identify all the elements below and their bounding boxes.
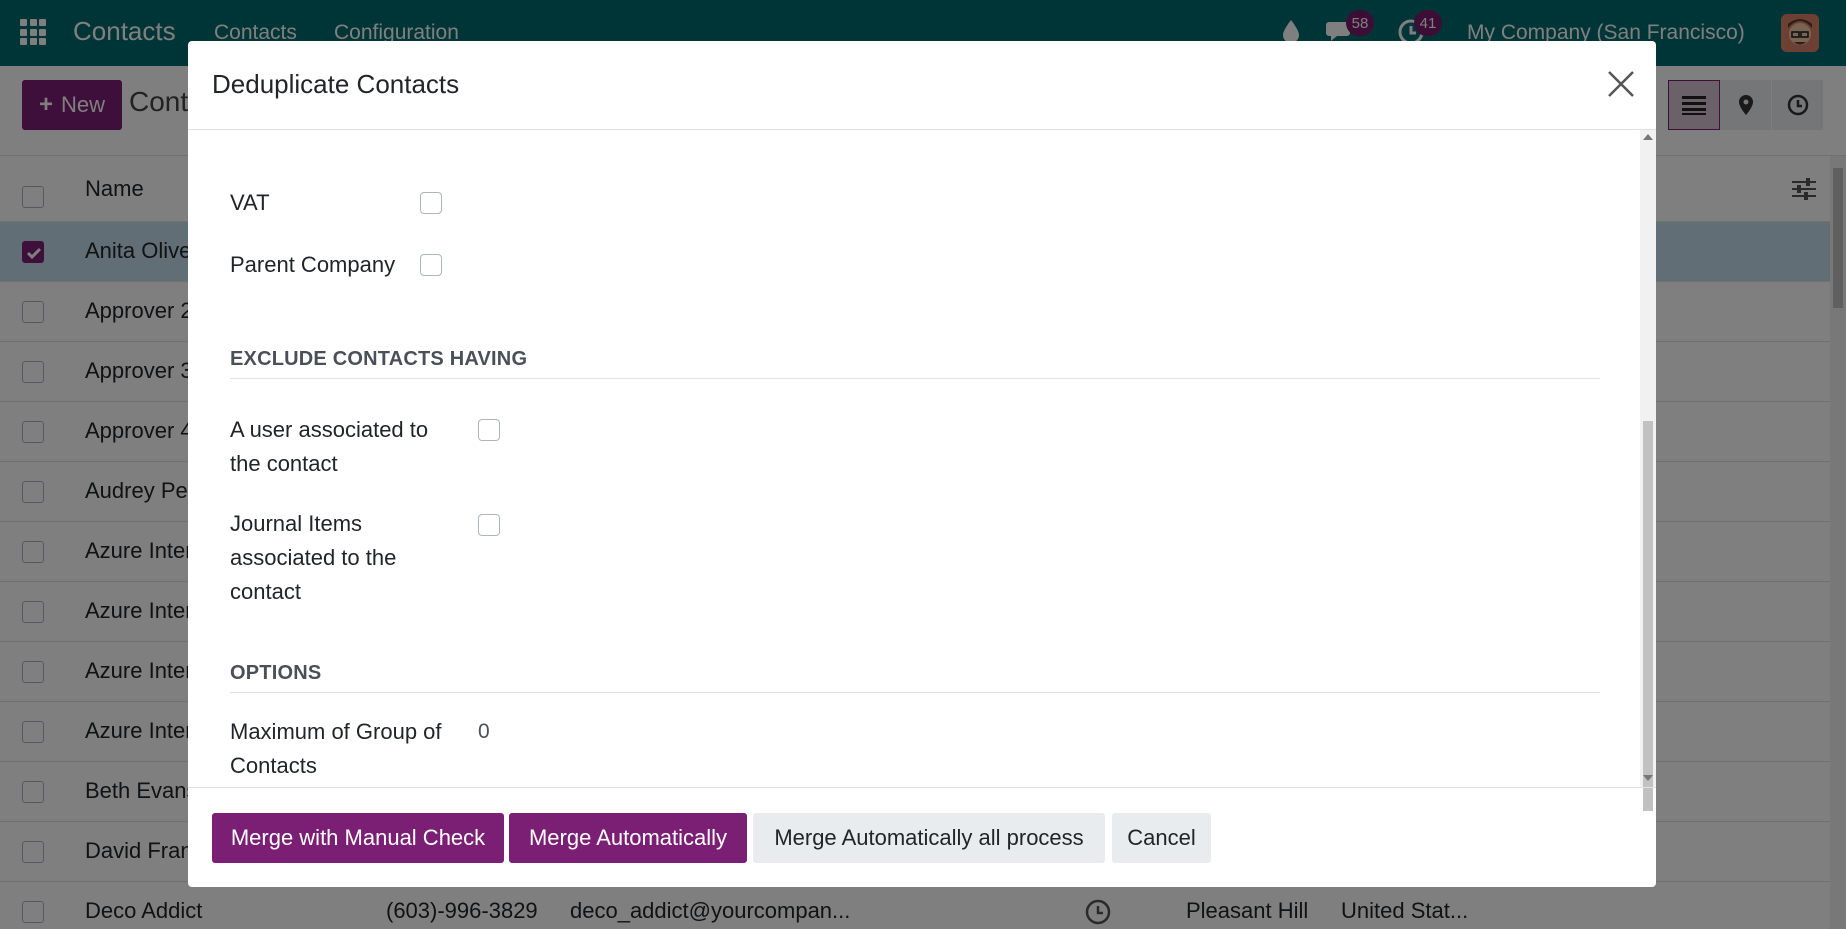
- dialog-body: VAT Parent Company EXCLUDE CONTACTS HAVI…: [188, 130, 1656, 787]
- vat-checkbox[interactable]: [420, 192, 442, 214]
- scroll-down-arrow-icon[interactable]: [1643, 775, 1653, 781]
- close-icon[interactable]: [1606, 69, 1636, 99]
- label-line: Journal Items: [230, 511, 363, 536]
- label-line: Maximum of Group of: [230, 719, 442, 744]
- deduplicate-dialog: Deduplicate Contacts VAT Parent Company …: [188, 41, 1656, 887]
- label-line: A user associated to: [230, 417, 429, 442]
- journal-items-checkbox[interactable]: [478, 514, 500, 536]
- scroll-thumb[interactable]: [1643, 421, 1653, 811]
- label-line: the contact: [230, 451, 338, 476]
- user-associated-checkbox[interactable]: [478, 419, 500, 441]
- field-label-vat: VAT: [230, 190, 270, 215]
- section-divider: [230, 692, 1600, 693]
- section-title-exclude: EXCLUDE CONTACTS HAVING: [230, 348, 528, 370]
- section-title-options: OPTIONS: [230, 662, 322, 684]
- field-label-parent-company: Parent Company: [230, 252, 396, 277]
- dialog-title: Deduplicate Contacts: [212, 69, 460, 99]
- merge-automatically-all-button[interactable]: Merge Automatically all process: [753, 813, 1105, 863]
- label-line: contact: [230, 579, 301, 604]
- merge-automatically-button[interactable]: Merge Automatically: [509, 813, 747, 863]
- scroll-up-arrow-icon[interactable]: [1643, 134, 1653, 140]
- parent-company-checkbox[interactable]: [420, 254, 442, 276]
- field-label-journal-items: Journal Items associated to the contact: [230, 507, 396, 609]
- field-label-user-associated: A user associated to the contact: [230, 413, 428, 481]
- label-line: associated to the: [230, 545, 397, 570]
- field-label-max-group: Maximum of Group of Contacts: [230, 715, 442, 783]
- label-line: Contacts: [230, 753, 317, 778]
- merge-manual-check-button[interactable]: Merge with Manual Check: [212, 813, 504, 863]
- section-divider: [230, 378, 1600, 379]
- dialog-header: Deduplicate Contacts: [188, 41, 1656, 130]
- dialog-footer: Merge with Manual Check Merge Automatica…: [188, 787, 1656, 887]
- dialog-scrollbar[interactable]: [1640, 130, 1656, 811]
- cancel-button[interactable]: Cancel: [1112, 813, 1211, 863]
- max-group-input[interactable]: 0: [478, 720, 490, 744]
